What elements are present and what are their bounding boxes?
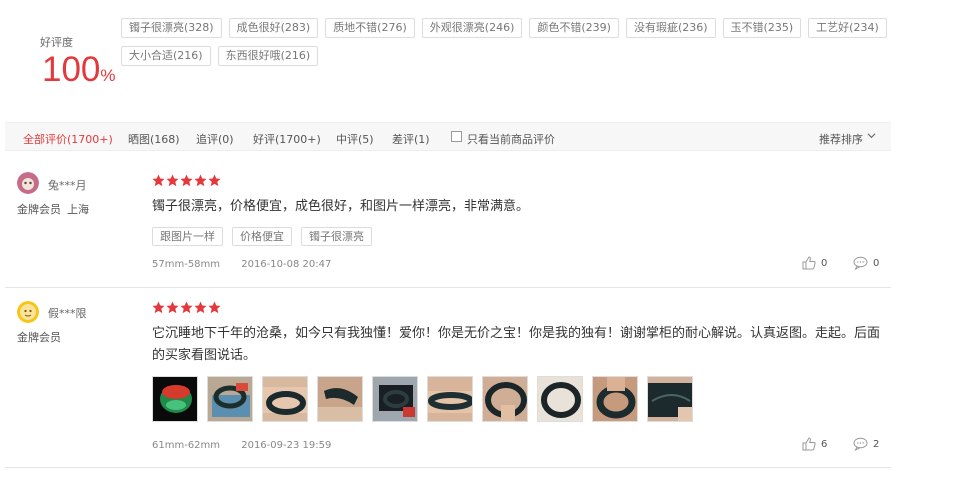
product-size: 61mm-62mm [152, 440, 221, 451]
star-icon [166, 301, 179, 314]
impression-tag[interactable]: 质地不错(276) [325, 18, 415, 38]
star-icon [194, 174, 207, 187]
tab-follow-up-reviews[interactable]: 追评(0) [196, 131, 234, 147]
tab-photo-reviews[interactable]: 晒图(168) [128, 131, 180, 147]
review-item: 假***限 金牌会员 它沉睡地下千年的沧桑，如今只有我独懂！爱你！你是无价之宝！… [5, 289, 891, 468]
impression-tag[interactable]: 镯子很漂亮(328) [121, 18, 222, 38]
member-level: 金牌会员 [17, 331, 61, 344]
review-date: 2016-10-08 20:47 [241, 259, 332, 270]
star-icon [152, 174, 165, 187]
tab-positive-reviews[interactable]: 好评(1700+) [253, 131, 321, 147]
impression-tag[interactable]: 东西很好哦(216) [217, 46, 319, 66]
star-icon [180, 174, 193, 187]
positive-rate-value: 100% [42, 50, 116, 96]
impression-tag[interactable]: 颜色不错(239) [529, 18, 619, 38]
current-product-only-label[interactable]: 只看当前商品评价 [467, 131, 555, 147]
review-photo[interactable] [537, 376, 583, 422]
review-tag: 镯子很漂亮 [301, 227, 372, 246]
impression-tags: 镯子很漂亮(328) 成色很好(283) 质地不错(276) 外观很漂亮(246… [121, 18, 901, 74]
reply-button[interactable]: 0 [853, 256, 879, 270]
review-photo[interactable] [262, 376, 308, 422]
review-tag: 跟图片一样 [152, 227, 223, 246]
star-icon [180, 301, 193, 314]
impression-tag[interactable]: 玉不错(235) [722, 18, 802, 38]
impression-tag[interactable]: 工艺好(234) [808, 18, 887, 38]
review-filter-bar: 全部评价(1700+) 晒图(168) 追评(0) 好评(1700+) 中评(5… [5, 122, 891, 151]
product-size: 57mm-58mm [152, 259, 221, 270]
positive-rate-number: 100 [42, 50, 101, 89]
like-button[interactable]: 6 [802, 437, 827, 451]
reply-count: 0 [873, 257, 880, 269]
tab-neutral-reviews[interactable]: 中评(5) [336, 131, 374, 147]
like-count: 0 [821, 257, 828, 269]
review-meta: 57mm-58mm 2016-10-08 20:47 [152, 259, 349, 270]
review-photo[interactable] [207, 376, 253, 422]
thumbs-up-icon [802, 256, 816, 270]
positive-rate-label: 好评度 [40, 36, 73, 49]
review-tag: 价格便宜 [232, 227, 292, 246]
avatar[interactable] [17, 172, 39, 194]
review-photos [152, 376, 702, 422]
review-photo[interactable] [482, 376, 528, 422]
review-photo[interactable] [152, 376, 198, 422]
sort-dropdown[interactable]: 推荐排序 [819, 131, 863, 147]
reply-count: 2 [873, 438, 880, 450]
review-photo[interactable] [317, 376, 363, 422]
star-icon [152, 301, 165, 314]
member-level: 金牌会员 [17, 203, 61, 216]
review-photo[interactable] [592, 376, 638, 422]
review-meta: 61mm-62mm 2016-09-23 19:59 [152, 440, 349, 451]
tab-all-reviews[interactable]: 全部评价(1700+) [23, 131, 113, 147]
impression-tag[interactable]: 大小合适(216) [121, 46, 211, 66]
star-icon [208, 174, 221, 187]
like-button[interactable]: 0 [802, 256, 827, 270]
star-icon [194, 301, 207, 314]
review-photo[interactable] [427, 376, 473, 422]
review-item: 兔***月 金牌会员 上海 镯子很漂亮，价格便宜，成色很好，和图片一样漂亮，非常… [5, 152, 891, 288]
rating-summary: 好评度 100% 镯子很漂亮(328) 成色很好(283) 质地不错(276) … [0, 0, 966, 110]
current-product-only-checkbox[interactable] [451, 131, 462, 142]
positive-rate-unit: % [100, 66, 116, 85]
star-rating [152, 301, 222, 314]
review-photo[interactable] [372, 376, 418, 422]
review-photo[interactable] [647, 376, 693, 422]
username: 假***限 [48, 307, 87, 320]
review-date: 2016-09-23 19:59 [241, 440, 332, 451]
thumbs-up-icon [802, 437, 816, 451]
star-rating [152, 174, 222, 187]
star-icon [166, 174, 179, 187]
avatar[interactable] [17, 301, 39, 323]
chevron-down-icon[interactable] [867, 131, 876, 140]
review-tags: 跟图片一样 价格便宜 镯子很漂亮 [152, 227, 381, 246]
impression-tag[interactable]: 没有瑕疵(236) [625, 18, 716, 38]
star-icon [208, 301, 221, 314]
username: 兔***月 [48, 179, 87, 192]
comment-icon [853, 256, 868, 270]
comment-icon [853, 437, 868, 451]
impression-tag[interactable]: 外观很漂亮(246) [421, 18, 523, 38]
review-text: 它沉睡地下千年的沧桑，如今只有我独懂！爱你！你是无价之宝！你是我的独有！谢谢掌柜… [152, 326, 881, 363]
review-text: 镯子很漂亮，价格便宜，成色很好，和图片一样漂亮，非常满意。 [152, 199, 530, 214]
reply-button[interactable]: 2 [853, 437, 879, 451]
like-count: 6 [821, 438, 828, 450]
user-location: 上海 [67, 203, 89, 216]
tab-negative-reviews[interactable]: 差评(1) [392, 131, 430, 147]
impression-tag[interactable]: 成色很好(283) [228, 18, 319, 38]
